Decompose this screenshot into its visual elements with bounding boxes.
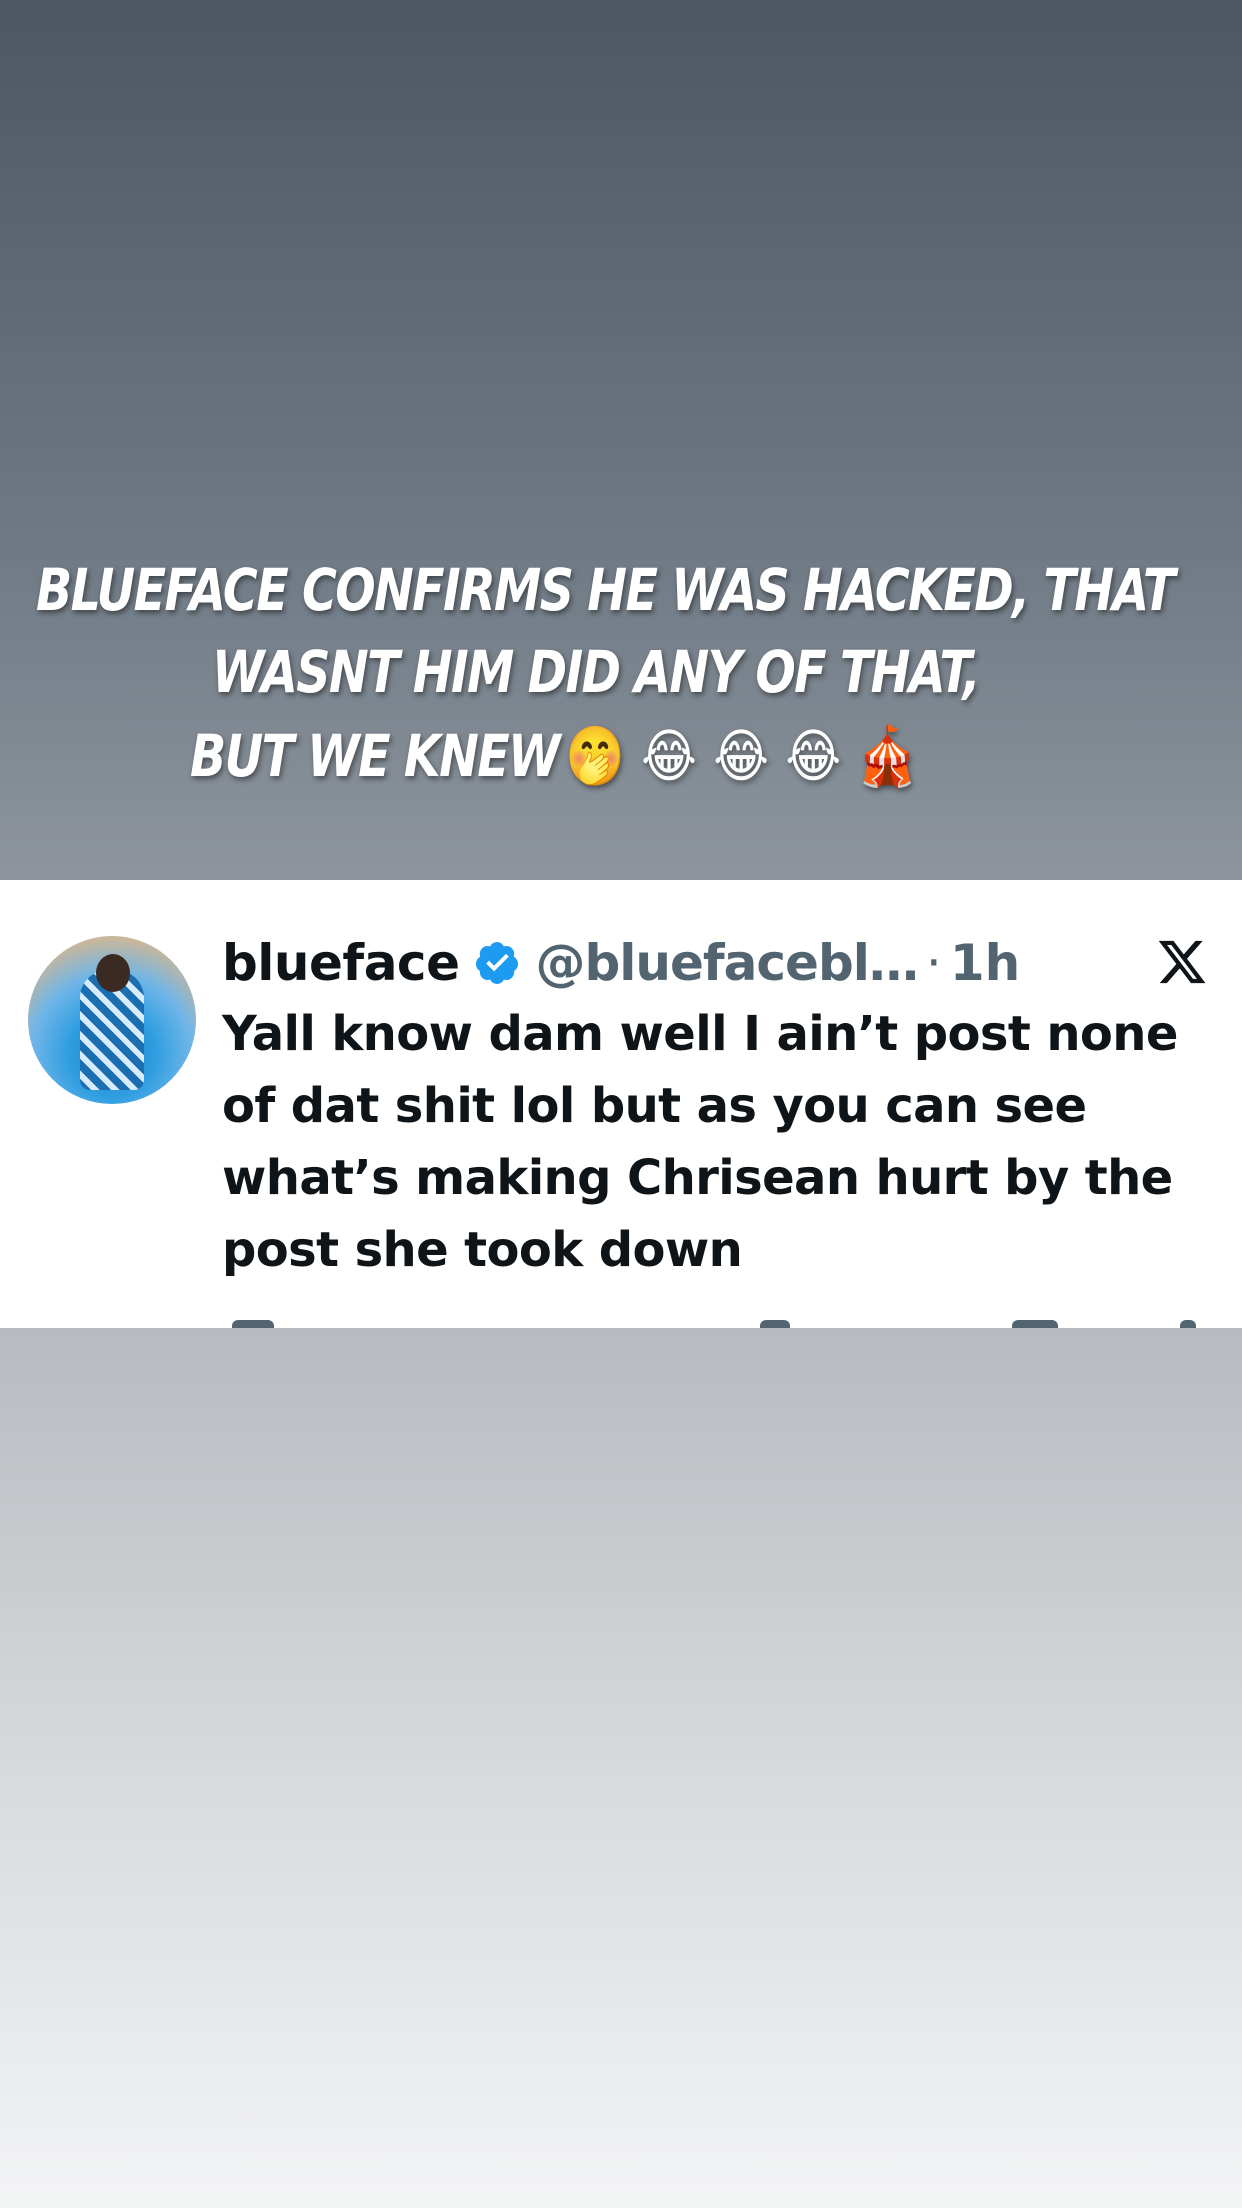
separator-dot: · <box>925 934 942 992</box>
tweet-text: Yall know dam well I ain’t post none of … <box>222 1006 1178 1278</box>
tweet-header: blueface @bluefacebl… · 1h <box>222 932 1020 994</box>
reply-icon[interactable] <box>232 1320 274 1328</box>
timestamp[interactable]: 1h <box>950 934 1020 992</box>
caption-line-3-text: BUT WE KNEW <box>190 722 561 790</box>
avatar[interactable] <box>28 936 196 1104</box>
caption-line-2: WASNT HIM DID ANY OF THAT, <box>212 638 981 706</box>
caption-line-3: BUT WE KNEW 🤭 😂 😂 😂 🎪 <box>190 714 917 798</box>
verified-badge-icon <box>476 942 519 984</box>
share-icon[interactable] <box>1180 1320 1196 1328</box>
handle[interactable]: @bluefacebl… <box>535 934 918 992</box>
display-name[interactable]: blueface <box>222 934 460 992</box>
avatar-head <box>96 954 130 992</box>
tweet-card[interactable]: blueface @bluefacebl… · 1h Yall know dam… <box>0 880 1242 1328</box>
action-bar <box>0 1320 1242 1328</box>
like-icon[interactable] <box>760 1320 790 1328</box>
caption-emojis: 🤭 😂 😂 😂 🎪 <box>565 722 917 790</box>
bookmark-icon[interactable] <box>1012 1320 1058 1328</box>
caption-line-1: BLUEFACE CONFIRMS HE WAS HACKED, THAT <box>36 556 1175 624</box>
x-logo-icon <box>1158 940 1206 984</box>
